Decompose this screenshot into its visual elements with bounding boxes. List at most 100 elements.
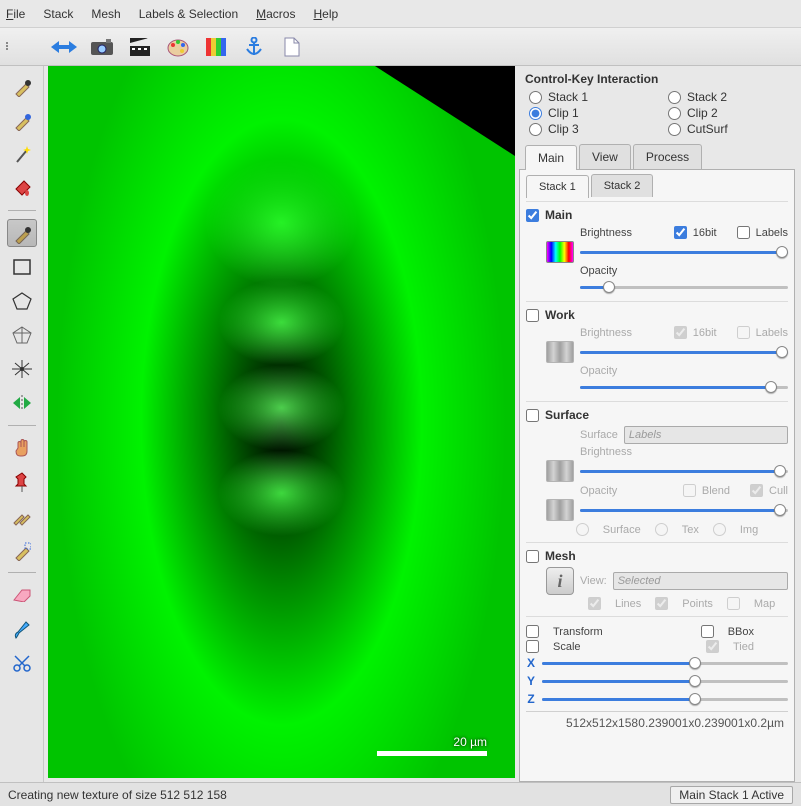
surface-select: Labels: [624, 426, 788, 444]
tool-picker[interactable]: [7, 72, 37, 100]
menu-stack[interactable]: Stack: [43, 7, 73, 21]
radio-clip1[interactable]: Clip 1: [529, 106, 656, 120]
tool-vertex[interactable]: [7, 355, 37, 383]
rendered-volume: [48, 66, 515, 778]
subtab-stack1[interactable]: Stack 1: [526, 175, 589, 198]
viewport[interactable]: 20 µm: [48, 66, 515, 778]
tool-eyedropper[interactable]: [7, 219, 37, 247]
main-colormap-swatch[interactable]: [546, 241, 574, 263]
surface-opt-surface: [576, 523, 589, 536]
control-key-title: Control-Key Interaction: [519, 72, 795, 86]
tied-checkbox: [706, 640, 719, 653]
tool-flip[interactable]: [7, 389, 37, 417]
work-enable-checkbox[interactable]: [526, 309, 539, 322]
axis-y-label: Y: [526, 674, 536, 688]
work-brightness-slider[interactable]: [580, 344, 788, 360]
scale-z-slider[interactable]: [542, 691, 788, 707]
tool-rect[interactable]: [7, 253, 37, 281]
work-labels-checkbox: [737, 326, 750, 339]
mesh-lines-checkbox: [588, 597, 601, 610]
clip-region: [375, 66, 515, 156]
bbox-checkbox[interactable]: [701, 625, 714, 638]
scale-y-slider[interactable]: [542, 673, 788, 689]
radio-clip3[interactable]: Clip 3: [529, 122, 656, 136]
section-main: Main Brightness 16bit Labels Opacity: [526, 201, 788, 301]
toolbar: [0, 28, 801, 66]
surface-cull-checkbox: [750, 484, 763, 497]
scale-checkbox[interactable]: [526, 640, 539, 653]
panel-footer: 512x512x1580.239001x0.239001x0.2µm: [526, 711, 788, 732]
tool-palette: [0, 66, 44, 782]
main-tabs: Main View Process: [519, 144, 795, 170]
menu-macros[interactable]: Macros: [256, 7, 295, 21]
mesh-info-icon: i: [546, 567, 574, 595]
mesh-view-select: Selected: [613, 572, 788, 590]
camera-button[interactable]: [88, 33, 116, 61]
transform-checkbox[interactable]: [526, 625, 539, 638]
tool-bucket[interactable]: [7, 174, 37, 202]
main-opacity-label: Opacity: [580, 265, 617, 277]
toolbar-grip[interactable]: [6, 42, 14, 50]
section-mesh: Mesh i View: Selected Lines Points Map: [526, 542, 788, 616]
surface-swatch-1: [546, 460, 574, 482]
scale-bar: 20 µm: [377, 735, 487, 756]
radio-stack1[interactable]: Stack 1: [529, 90, 656, 104]
section-surface: Surface SurfaceLabels Brightness Opacity…: [526, 401, 788, 542]
right-panel: Control-Key Interaction Stack 1 Stack 2 …: [519, 66, 801, 782]
main-labels-checkbox[interactable]: [737, 226, 750, 239]
radio-stack2[interactable]: Stack 2: [668, 90, 795, 104]
tool-picker-multi[interactable]: [7, 502, 37, 530]
status-message: Creating new texture of size 512 512 158: [8, 788, 227, 802]
main-enable-checkbox[interactable]: [526, 209, 539, 222]
radio-clip2[interactable]: Clip 2: [668, 106, 795, 120]
mesh-map-checkbox: [727, 597, 740, 610]
main-16bit-checkbox[interactable]: [674, 226, 687, 239]
tool-wand[interactable]: [7, 140, 37, 168]
surface-opacity-slider[interactable]: [580, 502, 788, 518]
work-opacity-slider[interactable]: [580, 379, 788, 395]
axis-x-label: X: [526, 656, 536, 670]
movie-button[interactable]: [126, 33, 154, 61]
main-opacity-slider[interactable]: [580, 279, 788, 295]
scale-x-slider[interactable]: [542, 655, 788, 671]
tab-view[interactable]: View: [579, 144, 631, 169]
main-brightness-label: Brightness: [580, 227, 632, 239]
surface-blend-checkbox: [683, 484, 696, 497]
menubar: File Stack Mesh Labels & Selection Macro…: [0, 0, 801, 28]
menu-mesh[interactable]: Mesh: [91, 7, 120, 21]
surface-opt-img: [713, 523, 726, 536]
menu-help[interactable]: Help: [313, 7, 338, 21]
tool-wireframe[interactable]: [7, 321, 37, 349]
tool-pin[interactable]: [7, 468, 37, 496]
tool-scissors[interactable]: [7, 649, 37, 677]
tool-polygon[interactable]: [7, 287, 37, 315]
tab-main[interactable]: Main: [525, 145, 577, 170]
radio-cutsurf[interactable]: CutSurf: [668, 122, 795, 136]
control-key-radios: Stack 1 Stack 2 Clip 1 Clip 2 Clip 3 Cut…: [519, 90, 795, 136]
surface-enable-checkbox[interactable]: [526, 409, 539, 422]
surface-opt-tex: [655, 523, 668, 536]
tool-brush[interactable]: [7, 615, 37, 643]
anchor-button[interactable]: [240, 33, 268, 61]
tool-picker-alt[interactable]: [7, 106, 37, 134]
colormap-button[interactable]: [202, 33, 230, 61]
tool-hand[interactable]: [7, 434, 37, 462]
palette-button[interactable]: [164, 33, 192, 61]
menu-file[interactable]: File: [6, 7, 25, 21]
surface-brightness-slider[interactable]: [580, 463, 788, 479]
main-brightness-slider[interactable]: [580, 244, 788, 260]
status-bar: Creating new texture of size 512 512 158…: [0, 782, 801, 806]
separator: [8, 425, 36, 426]
tool-eraser[interactable]: [7, 581, 37, 609]
tab-process[interactable]: Process: [633, 144, 702, 169]
nav-arrows-button[interactable]: [50, 33, 78, 61]
menu-labels[interactable]: Labels & Selection: [139, 7, 238, 21]
section-transform: Transform BBox Scale Tied X Y Z 512x512x…: [526, 616, 788, 736]
subtab-stack2[interactable]: Stack 2: [591, 174, 654, 197]
work-16bit-checkbox: [674, 326, 687, 339]
surface-swatch-2: [546, 499, 574, 521]
new-doc-button[interactable]: [278, 33, 306, 61]
axis-z-label: Z: [526, 692, 536, 706]
mesh-enable-checkbox[interactable]: [526, 550, 539, 563]
tool-picker-select[interactable]: [7, 536, 37, 564]
